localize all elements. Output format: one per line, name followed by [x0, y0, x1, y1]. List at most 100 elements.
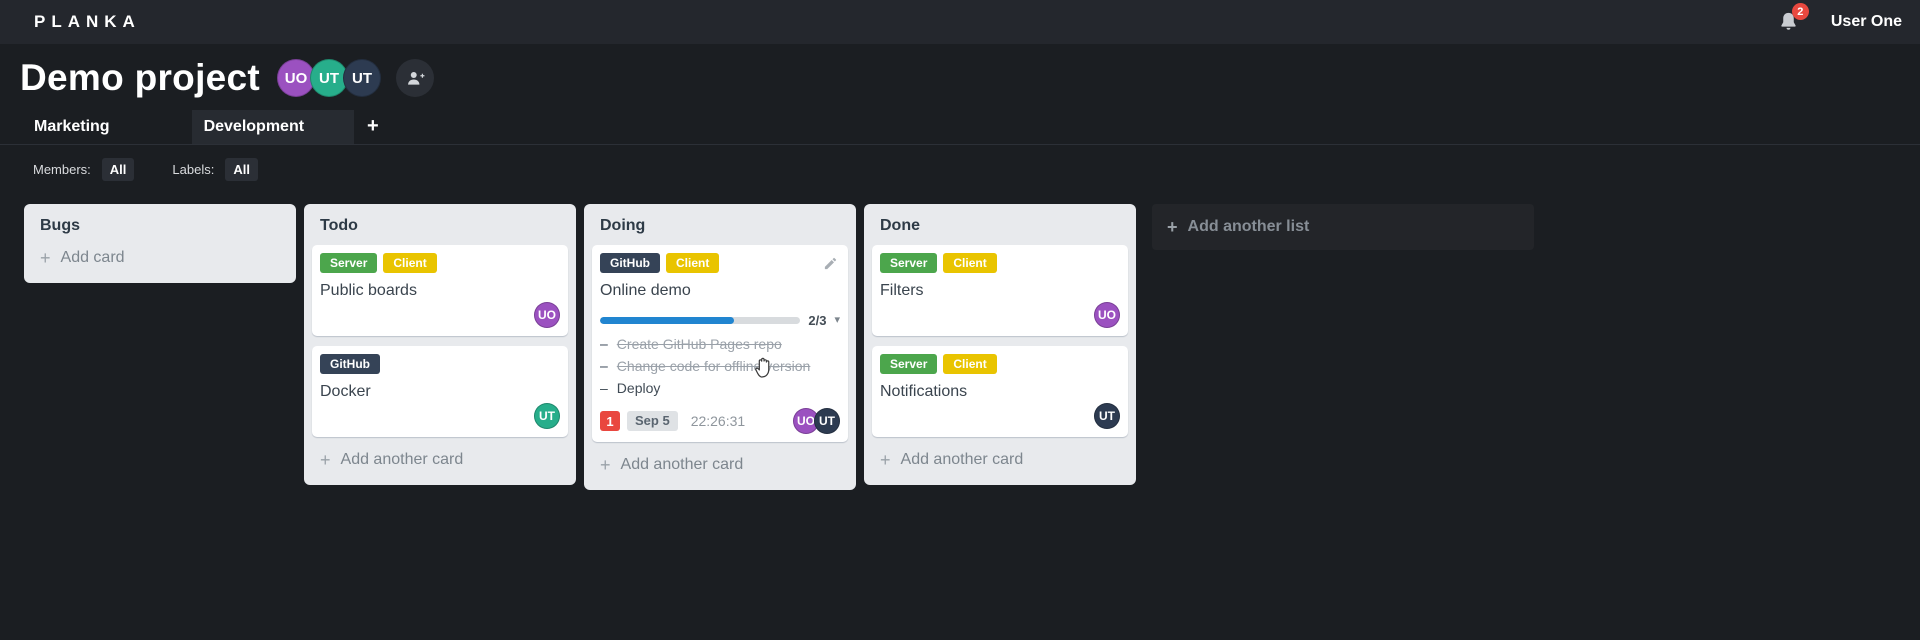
- task-item[interactable]: – Deploy: [600, 377, 840, 399]
- board: Bugs + Add card Todo Server Client Public boar…: [24, 204, 1920, 490]
- plus-icon: +: [320, 450, 331, 470]
- card-label: GitHub: [320, 354, 380, 374]
- plus-icon: +: [40, 248, 51, 268]
- card-label: GitHub: [600, 253, 660, 273]
- pencil-icon: [824, 257, 837, 270]
- project-title[interactable]: Demo project: [20, 56, 260, 100]
- card-label: Client: [943, 354, 997, 374]
- task-dash: –: [600, 358, 608, 374]
- progress-bar: [600, 317, 801, 324]
- card-member-avatar: UO: [534, 302, 560, 328]
- task-text: Deploy: [616, 380, 661, 396]
- notifications-button[interactable]: 2: [1777, 3, 1809, 35]
- task-item[interactable]: – Create GitHub Pages repo: [600, 333, 840, 355]
- list-todo: Todo Server Client Public boards UO GitHub Doc…: [304, 204, 576, 485]
- card-label: Server: [880, 253, 938, 273]
- add-card-label: Add another card: [620, 456, 744, 473]
- filter-labels-label: Labels:: [172, 162, 215, 177]
- notifications-badge: 2: [1791, 3, 1809, 20]
- topbar: PLANKA 2 User One: [0, 0, 1920, 44]
- add-member-button[interactable]: [396, 59, 435, 97]
- progress-fill: [600, 317, 734, 324]
- card-title: Public boards: [320, 282, 417, 299]
- plus-icon: +: [600, 455, 611, 475]
- card[interactable]: Server Client Public boards UO: [312, 245, 568, 336]
- filter-labels-value[interactable]: All: [225, 158, 258, 181]
- add-card-label: Add another card: [900, 451, 1024, 468]
- add-card-button[interactable]: + Add another card: [312, 447, 568, 477]
- card-member-avatar: UT: [814, 408, 840, 434]
- add-card-button[interactable]: + Add card: [32, 245, 288, 275]
- card-label: Client: [383, 253, 437, 273]
- card-label: Client: [666, 253, 720, 273]
- card-title: Online demo: [600, 282, 691, 299]
- chevron-down-icon[interactable]: ▾: [834, 315, 840, 326]
- list-done: Done Server Client Filters UO Server Client Not…: [864, 204, 1136, 485]
- board-tabs: Marketing Development +: [0, 110, 1920, 145]
- list-doing: Doing GitHub Client Online demo 2/3 ▾ – Create …: [584, 204, 856, 490]
- card-members: UO: [880, 302, 1120, 328]
- add-card-button[interactable]: + Add another card: [592, 452, 848, 482]
- add-list-label: Add another list: [1187, 218, 1310, 235]
- card-labels: Server Client: [880, 253, 1120, 273]
- filter-members-label: Members:: [33, 162, 91, 177]
- card[interactable]: Server Client Filters UO: [872, 245, 1128, 336]
- card[interactable]: Server Client Notifications UT: [872, 346, 1128, 437]
- due-date-badge[interactable]: Sep 5: [627, 411, 678, 431]
- tab-marketing[interactable]: Marketing: [34, 110, 110, 144]
- card-members: UT: [880, 403, 1120, 429]
- add-card-button[interactable]: + Add another card: [872, 447, 1128, 477]
- card-members: UO: [320, 302, 560, 328]
- list-title[interactable]: Doing: [592, 212, 848, 245]
- task-dash: –: [600, 380, 608, 396]
- card-member-avatar: UT: [534, 403, 560, 429]
- plus-icon: +: [880, 450, 891, 470]
- planka-app: PLANKA 2 User One Demo project UO UT UT Ma…: [0, 0, 1920, 640]
- list-title[interactable]: Done: [872, 212, 1128, 245]
- add-board-button[interactable]: +: [367, 110, 379, 144]
- filter-members-value[interactable]: All: [101, 158, 135, 181]
- add-card-label: Add another card: [340, 451, 464, 468]
- card-members: UT: [320, 403, 560, 429]
- card[interactable]: GitHub Client Online demo 2/3 ▾ – Create GitHu…: [592, 245, 848, 442]
- card-title: Docker: [320, 383, 371, 400]
- card-title: Filters: [880, 282, 924, 299]
- member-avatar[interactable]: UT: [343, 59, 382, 97]
- edit-card-button[interactable]: [821, 254, 840, 276]
- card-title: Notifications: [880, 383, 968, 400]
- tab-development[interactable]: Development: [191, 110, 355, 144]
- card-label: Server: [880, 354, 938, 374]
- task-dash: –: [600, 336, 608, 352]
- user-menu[interactable]: User One: [1831, 13, 1902, 31]
- card-labels: GitHub Client: [600, 253, 840, 273]
- project-header: Demo project UO UT UT: [0, 44, 1920, 102]
- plus-icon: +: [1167, 217, 1178, 237]
- card-label: Server: [320, 253, 378, 273]
- card-labels: GitHub: [320, 354, 560, 374]
- task-text: Create GitHub Pages repo: [616, 336, 782, 352]
- card-member-avatar: UO: [1094, 302, 1120, 328]
- card-labels: Server Client: [880, 354, 1120, 374]
- timer-badge[interactable]: 22:26:31: [691, 413, 746, 429]
- task-progress: 2/3 ▾: [600, 313, 840, 328]
- add-card-label: Add card: [60, 249, 125, 266]
- card-member-avatar: UT: [1094, 403, 1120, 429]
- card-badges: 1 Sep 5 22:26:31 UO UT: [600, 408, 840, 434]
- task-text: Change code for offline version: [616, 358, 811, 374]
- notification-count-badge: 1: [600, 411, 620, 431]
- list-bugs: Bugs + Add card: [24, 204, 296, 283]
- filter-bar: Members: All Labels: All: [0, 145, 1920, 181]
- project-members: UO UT UT: [277, 59, 382, 97]
- list-title[interactable]: Todo: [312, 212, 568, 245]
- task-list: – Create GitHub Pages repo – Change code fo…: [600, 333, 840, 399]
- card-labels: Server Client: [320, 253, 560, 273]
- person-add-icon: [407, 71, 424, 85]
- add-list-button[interactable]: + Add another list: [1152, 204, 1534, 250]
- progress-label: 2/3: [808, 313, 827, 328]
- card[interactable]: GitHub Docker UT: [312, 346, 568, 437]
- task-item[interactable]: – Change code for offline version: [600, 355, 840, 377]
- card-label: Client: [943, 253, 997, 273]
- list-title[interactable]: Bugs: [32, 212, 288, 245]
- app-logo[interactable]: PLANKA: [34, 12, 141, 32]
- topbar-right: 2 User One: [1777, 3, 1902, 35]
